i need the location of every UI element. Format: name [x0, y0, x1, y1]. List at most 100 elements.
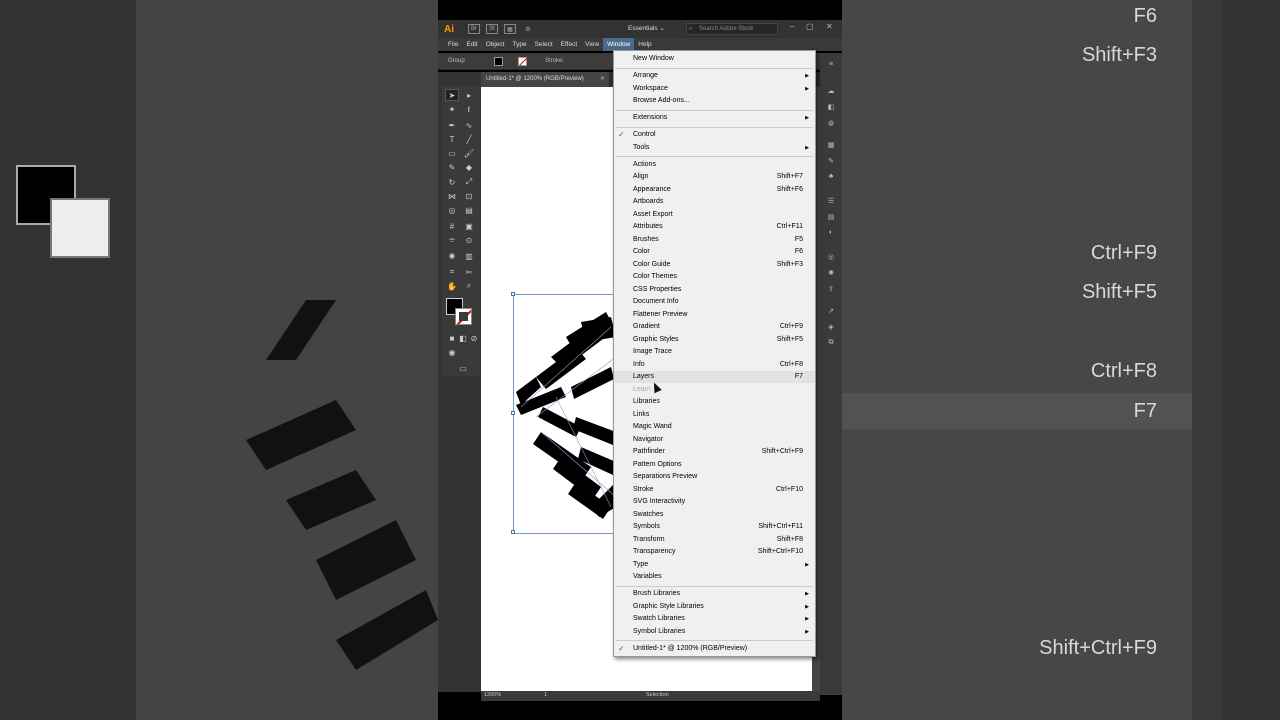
menu-item-flattener-preview[interactable]: Flattener Preview [614, 309, 815, 321]
graphic-styles-icon[interactable]: ✺ [826, 269, 836, 277]
menu-item-browse-add-ons[interactable]: Browse Add-ons... [614, 95, 815, 107]
paintbrush-tool-icon[interactable]: 🖌 [462, 147, 476, 159]
menu-item-control[interactable]: ✓ Control [614, 129, 815, 141]
document-tab[interactable]: Untitled-1* @ 1200% (RGB/Preview) ✕ [481, 72, 609, 87]
resize-handle[interactable] [511, 530, 515, 534]
bridge-icon[interactable]: Br [468, 24, 480, 34]
menu-item-navigator[interactable]: Navigator [614, 434, 815, 446]
zoom-level[interactable]: 1200% [484, 692, 501, 698]
menu-item-libraries[interactable]: Libraries [614, 396, 815, 408]
eraser-tool-icon[interactable]: ◆ [462, 161, 476, 173]
line-tool-icon[interactable]: ╱ [462, 133, 476, 145]
menu-item-layers[interactable]: Layers F7 [614, 371, 815, 383]
menu-item-align[interactable]: Align Shift+F7 [614, 171, 815, 183]
fill-color-swatch[interactable] [494, 57, 503, 66]
draw-mode-icon[interactable]: ◉ [445, 346, 459, 358]
menu-item-document-info[interactable]: Document Info [614, 296, 815, 308]
swatches-icon[interactable]: ▦ [826, 141, 836, 149]
menu-item-svg-interactivity[interactable]: SVG Interactivity [614, 496, 815, 508]
blend-tool-icon[interactable]: ⊙ [462, 234, 476, 246]
arrange-documents-icon[interactable]: ▦ [504, 24, 516, 34]
slice-tool-icon[interactable]: ✂ [462, 266, 476, 278]
menu-item-tools[interactable]: Tools ▶ [614, 142, 815, 154]
menu-item-graphic-styles[interactable]: Graphic Styles Shift+F5 [614, 334, 815, 346]
stock-search-input[interactable]: ⌕ Search Adobe Stock [686, 23, 778, 35]
status-tool[interactable]: Selection [646, 692, 669, 698]
lasso-tool-icon[interactable]: ℓ [462, 103, 476, 115]
magic-wand-tool-icon[interactable]: ✦ [445, 103, 459, 115]
menu-item-asset-export[interactable]: Asset Export [614, 209, 815, 221]
stroke-label[interactable]: Stroke: [545, 58, 564, 64]
cc-libraries-icon[interactable]: ☁ [826, 87, 836, 95]
stock-icon[interactable]: St [486, 24, 498, 34]
menu-item-transform[interactable]: Transform Shift+F8 [614, 534, 815, 546]
screen-mode-icon[interactable]: ▭ [456, 362, 470, 374]
curvature-tool-icon[interactable]: ∿ [462, 119, 476, 131]
menu-file[interactable]: File [444, 38, 462, 51]
menu-item-artboards[interactable]: Artboards [614, 196, 815, 208]
asset-export-icon[interactable]: ⇪ [826, 285, 836, 293]
close-icon[interactable]: ✕ [826, 22, 833, 31]
panel-expand-icon[interactable]: ≡ [826, 61, 836, 69]
rotate-tool-icon[interactable]: ↻ [445, 176, 459, 188]
export-icon[interactable]: ↗ [826, 307, 836, 315]
hand-tool-icon[interactable]: ✋ [445, 280, 459, 292]
menu-item-arrange[interactable]: Arrange ▶ [614, 70, 815, 82]
selection-tool-icon[interactable]: ➤ [445, 89, 459, 101]
type-tool-icon[interactable]: T [445, 133, 459, 145]
menu-item-symbols[interactable]: Symbols Shift+Ctrl+F11 [614, 521, 815, 533]
stroke-panel-icon[interactable]: ☰ [826, 197, 836, 205]
rectangle-tool-icon[interactable]: ▭ [445, 147, 459, 159]
layers-icon[interactable]: ◈ [826, 323, 836, 331]
shape-builder-tool-icon[interactable]: ◎ [445, 204, 459, 216]
menu-item-attributes[interactable]: Attributes Ctrl+F11 [614, 221, 815, 233]
gpu-performance-icon[interactable]: ⚙ [522, 24, 534, 34]
brushes-icon[interactable]: ✎ [826, 157, 836, 165]
color-guide-icon[interactable]: ◍ [826, 119, 836, 127]
scale-tool-icon[interactable]: ⤢ [462, 176, 476, 188]
free-transform-tool-icon[interactable]: ⊡ [462, 190, 476, 202]
transparency-icon[interactable]: ◐ [826, 229, 836, 237]
menu-item-extensions[interactable]: Extensions ▶ [614, 112, 815, 124]
appearance-icon[interactable]: ◎ [826, 253, 836, 261]
pen-tool-icon[interactable]: ✒ [445, 119, 459, 131]
shaper-tool-icon[interactable]: ✎ [445, 161, 459, 173]
menu-item-links[interactable]: Links [614, 409, 815, 421]
menu-item-untitled-1-1200-rgb-preview[interactable]: ✓ Untitled-1* @ 1200% (RGB/Preview) [614, 643, 815, 655]
gradient-panel-icon[interactable]: ▤ [826, 213, 836, 221]
symbols-icon[interactable]: ♣ [826, 173, 836, 181]
menu-item-type[interactable]: Type ▶ [614, 559, 815, 571]
stroke-swatch[interactable] [455, 308, 472, 325]
symbol-sprayer-tool-icon[interactable]: ✺ [445, 250, 459, 262]
none-mode-icon[interactable]: ⊘ [467, 332, 481, 344]
properties-icon[interactable]: ◧ [826, 103, 836, 111]
menu-item-magic-wand[interactable]: Magic Wand [614, 421, 815, 433]
workspace-switcher[interactable]: Essentials ⌄ [628, 24, 665, 32]
menu-item-pathfinder[interactable]: Pathfinder Shift+Ctrl+F9 [614, 446, 815, 458]
menu-object[interactable]: Object [482, 38, 509, 51]
mesh-tool-icon[interactable]: # [445, 220, 459, 232]
artboards-icon[interactable]: ⧉ [826, 339, 836, 347]
resize-handle[interactable] [511, 292, 515, 296]
menu-item-css-properties[interactable]: CSS Properties [614, 284, 815, 296]
menu-item-brushes[interactable]: Brushes F5 [614, 234, 815, 246]
menu-edit[interactable]: Edit [462, 38, 481, 51]
menu-select[interactable]: Select [531, 38, 557, 51]
menu-item-image-trace[interactable]: Image Trace [614, 346, 815, 358]
menu-view[interactable]: View [581, 38, 603, 51]
menu-item-graphic-style-libraries[interactable]: Graphic Style Libraries ▶ [614, 601, 815, 613]
menu-item-color-themes[interactable]: Color Themes [614, 271, 815, 283]
gradient-tool-icon[interactable]: ▣ [462, 220, 476, 232]
minimize-icon[interactable]: – [790, 22, 794, 31]
menu-item-workspace[interactable]: Workspace ▶ [614, 83, 815, 95]
artboard-tool-icon[interactable]: ⌗ [445, 266, 459, 278]
menu-item-stroke[interactable]: Stroke Ctrl+F10 [614, 484, 815, 496]
menu-item-appearance[interactable]: Appearance Shift+F6 [614, 184, 815, 196]
menu-item-actions[interactable]: Actions [614, 159, 815, 171]
menu-item-brush-libraries[interactable]: Brush Libraries ▶ [614, 588, 815, 600]
menu-item-variables[interactable]: Variables [614, 571, 815, 583]
menu-effect[interactable]: Effect [557, 38, 582, 51]
perspective-grid-tool-icon[interactable]: ▤ [462, 204, 476, 216]
width-tool-icon[interactable]: ⋈ [445, 190, 459, 202]
menu-item-color-guide[interactable]: Color Guide Shift+F3 [614, 259, 815, 271]
